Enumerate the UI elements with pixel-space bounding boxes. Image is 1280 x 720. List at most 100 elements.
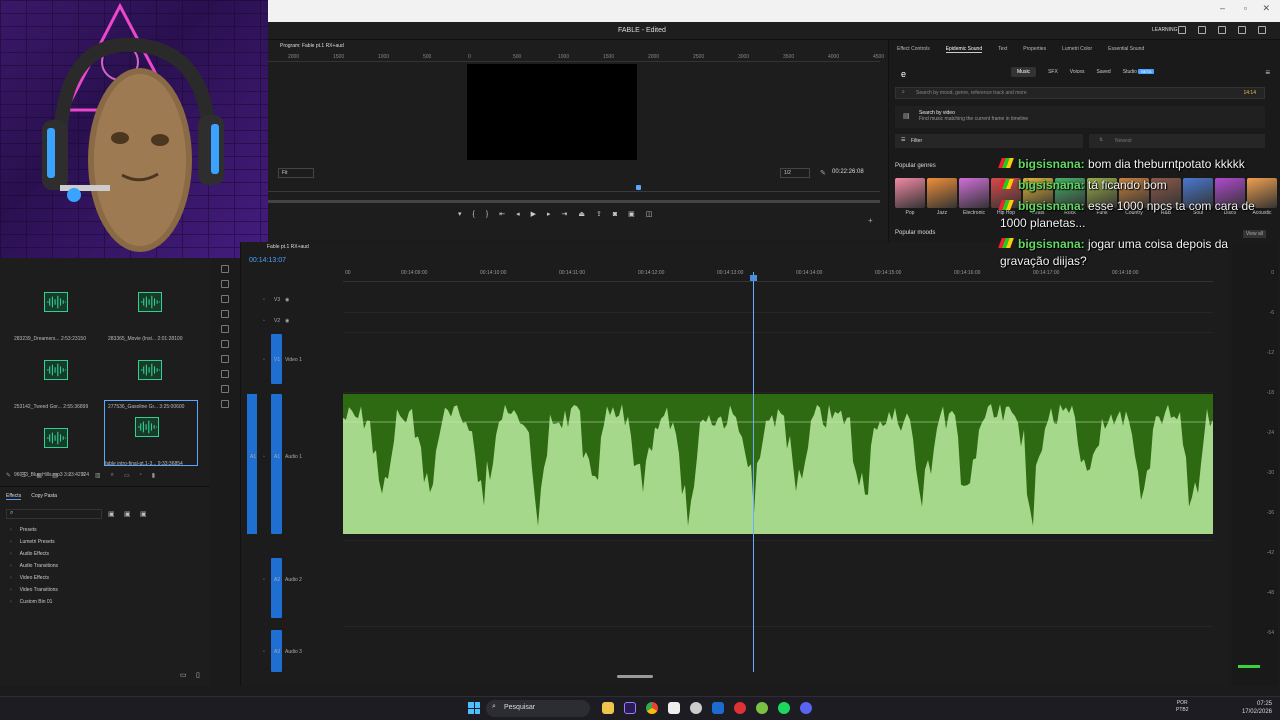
eye-icon[interactable]: ◉	[285, 297, 289, 303]
effects-tab[interactable]: Effects	[6, 493, 22, 500]
freeform-view-icon[interactable]: ▧	[52, 472, 58, 482]
playhead-handle[interactable]	[750, 275, 757, 281]
chrome-icon[interactable]	[646, 702, 658, 714]
effects-folder[interactable]: › Audio Transitions	[10, 563, 58, 575]
obs-icon[interactable]	[690, 702, 702, 714]
list-view-icon[interactable]: ☰	[21, 472, 26, 482]
sort-icons-icon[interactable]: ≡	[81, 472, 85, 482]
effects-folder[interactable]: › Video Transitions	[10, 587, 58, 599]
step-forward-icon[interactable]: ▸	[547, 210, 551, 218]
effects-folder[interactable]: › Presets	[10, 527, 58, 539]
rectangle-tool-icon[interactable]	[221, 355, 229, 363]
project-clip[interactable]: 283239_Dreamers... 2:53:23150	[14, 276, 98, 342]
hand-tool-icon[interactable]	[221, 370, 229, 378]
app-icon[interactable]	[756, 702, 768, 714]
a1-track-target[interactable]	[271, 394, 282, 534]
zoom-slider-icon[interactable]: ○	[68, 472, 72, 482]
panel-tab[interactable]: Properties	[1023, 46, 1046, 53]
lock-icon[interactable]: ▫	[263, 577, 265, 583]
add-button-icon[interactable]: +	[868, 216, 873, 225]
workspace-label[interactable]: LEARNING	[1152, 27, 1178, 33]
filter-button[interactable]: ☰ Filter	[895, 134, 1083, 148]
discord-icon[interactable]	[800, 702, 812, 714]
monitor-scrubber[interactable]	[268, 186, 880, 192]
es-tab-sfx[interactable]: SFX	[1048, 69, 1058, 77]
search-by-video-button[interactable]: ▤ Search by video Find music matching th…	[895, 106, 1265, 128]
davinci-icon[interactable]	[734, 702, 746, 714]
project-clip[interactable]: 253142_Tweed Gor... 2:55:36899	[14, 344, 98, 410]
automate-icon[interactable]: ▥	[95, 472, 101, 482]
restore-icon[interactable]: ▫	[1244, 3, 1247, 13]
spotify-icon[interactable]	[778, 702, 790, 714]
notion-icon[interactable]	[668, 702, 680, 714]
lock-icon[interactable]: ▫	[263, 357, 265, 363]
new-bin-icon[interactable]: ▭	[180, 671, 187, 679]
workspace-icon[interactable]	[1178, 26, 1186, 34]
go-to-in-icon[interactable]: ⇤	[499, 210, 505, 218]
lock-icon[interactable]: ▫	[263, 649, 265, 655]
menu-icon[interactable]	[1238, 26, 1246, 34]
program-tab[interactable]: Program: Fable pt.1 RX+aud	[280, 43, 344, 49]
panel-tab[interactable]: Epidemic Sound	[945, 46, 983, 53]
resolution-select[interactable]: 1/2	[780, 168, 810, 178]
effects-folder[interactable]: › Video Effects	[10, 575, 58, 587]
go-to-out-icon[interactable]: ⇥	[562, 210, 568, 218]
premiere-icon[interactable]	[624, 702, 636, 714]
audio-clip[interactable]	[343, 394, 1213, 534]
panel-tab[interactable]: Text	[998, 46, 1007, 53]
es-tab-voices[interactable]: Voices	[1070, 69, 1085, 77]
ripple-edit-tool-icon[interactable]	[221, 295, 229, 303]
effects-search-input[interactable]: ⌕	[6, 509, 102, 519]
caption-tool-icon[interactable]	[221, 400, 229, 408]
extract-icon[interactable]: ⇪	[596, 210, 602, 218]
monitor-playhead[interactable]	[636, 185, 641, 190]
trash-icon[interactable]: ▯	[196, 671, 200, 679]
genre-card[interactable]: Electronic	[959, 178, 989, 216]
taskbar-search[interactable]: ⌕ Pesquisar	[486, 700, 590, 717]
lock-icon[interactable]: ▫	[263, 297, 265, 303]
timeline-playhead[interactable]	[753, 272, 754, 672]
fullscreen-icon[interactable]	[1258, 26, 1266, 34]
step-back-icon[interactable]: ◂	[516, 210, 520, 218]
pencil-icon[interactable]: ✎	[6, 472, 11, 482]
razor-tool-icon[interactable]	[221, 310, 229, 318]
es-tab-studio[interactable]: Studio BETA	[1123, 69, 1155, 77]
timeline-timecode[interactable]: 00:14:13:07	[249, 257, 286, 264]
hamburger-icon[interactable]: ≡	[1265, 68, 1270, 77]
yuv-icon[interactable]: ▣	[140, 510, 147, 518]
new-bin-icon[interactable]: ▭	[124, 472, 130, 482]
effects-tab[interactable]: Copy Pasta	[31, 493, 57, 500]
effects-folder[interactable]: › Custom Bin 01	[10, 599, 58, 611]
wrench-icon[interactable]: ✎	[820, 169, 826, 177]
a2-track-target[interactable]	[271, 558, 282, 618]
eye-icon[interactable]: ◉	[285, 318, 289, 324]
genre-card[interactable]: Jazz	[927, 178, 957, 216]
32bit-icon[interactable]: ▣	[124, 510, 131, 518]
camera-icon[interactable]: ◙	[613, 211, 617, 218]
project-clip[interactable]: fable intro-final-pt.1-3... 9:33:36854	[104, 400, 198, 467]
minimize-icon[interactable]: –	[1220, 3, 1225, 13]
project-clip[interactable]: 283365_Movie (Inst... 2:01:28100	[108, 276, 192, 342]
quick-export-icon[interactable]	[1218, 26, 1226, 34]
zoom-bar[interactable]	[268, 200, 880, 203]
a1-source-patch[interactable]	[247, 394, 257, 534]
es-search-input[interactable]: ⌕ Search by mood, genre, reference track…	[895, 87, 1265, 99]
slip-tool-icon[interactable]	[221, 325, 229, 333]
close-icon[interactable]: ✕	[1262, 3, 1270, 14]
panel-tab[interactable]: Effect Controls	[897, 46, 930, 53]
genre-card[interactable]: Pop	[895, 178, 925, 216]
play-icon[interactable]: ▶	[531, 210, 536, 218]
sequence-tab[interactable]: Fable pt.1 RX+aud	[267, 244, 309, 250]
effects-folder[interactable]: › Audio Effects	[10, 551, 58, 563]
share-icon[interactable]	[1198, 26, 1206, 34]
file-explorer-icon[interactable]	[602, 702, 614, 714]
sort-select[interactable]: ⇅ Newest	[1089, 134, 1265, 148]
steam-icon[interactable]	[712, 702, 724, 714]
type-tool-icon[interactable]	[221, 385, 229, 393]
effects-folder[interactable]: › Lumetri Presets	[10, 539, 58, 551]
system-clock[interactable]: 07:25 17/02/2026	[1242, 700, 1272, 716]
panel-tab[interactable]: Lumetri Color	[1062, 46, 1092, 53]
lock-icon[interactable]: ▫	[263, 454, 265, 460]
timeline-scrollbar[interactable]	[617, 675, 653, 678]
es-tab-saved[interactable]: Saved	[1097, 69, 1111, 77]
